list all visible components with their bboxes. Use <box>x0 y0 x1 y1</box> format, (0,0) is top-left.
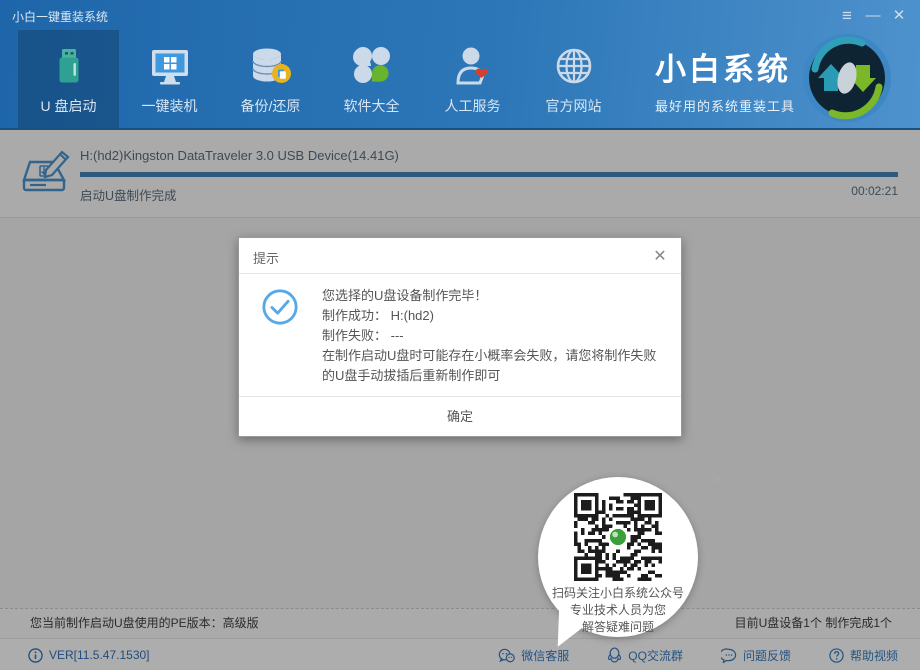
dialog-line: 在制作启动U盘时可能存在小概率会失败，请您将制作失败的U盘手动拔插后重新制作即可 <box>322 346 663 386</box>
qr-caption-line: 专业技术人员为您 <box>526 602 710 619</box>
brand-subtitle: 最好用的系统重装工具 <box>655 96 795 115</box>
nav-item-usb-boot[interactable]: U 盘启动 <box>18 30 119 128</box>
nav-item-support[interactable]: 人工服务 <box>422 30 523 128</box>
brand-logo-icon <box>800 31 894 125</box>
window-title: 小白一键重装系统 <box>12 8 108 25</box>
qr-caption-line: 扫码关注小白系统公众号 <box>526 585 710 602</box>
qr-caption-line: 解答疑难问题 <box>526 619 710 636</box>
qr-code <box>574 493 662 581</box>
nav-item-software[interactable]: 软件大全 <box>321 30 422 128</box>
nav-item-one-key-install[interactable]: 一键装机 <box>119 30 220 128</box>
confirm-button[interactable]: 确定 <box>417 397 503 436</box>
usb-drive-icon <box>46 43 92 89</box>
close-icon[interactable]: ✕ <box>886 6 912 26</box>
brand-title: 小白系统 <box>655 44 795 89</box>
qr-caption: 扫码关注小白系统公众号 专业技术人员为您 解答疑难问题 <box>526 585 710 636</box>
nav-label: 备份/还原 <box>241 96 301 116</box>
dialog-title: 提示 <box>253 248 279 267</box>
success-check-icon <box>261 288 299 326</box>
nav-label: 人工服务 <box>445 96 501 116</box>
support-person-icon <box>450 43 496 89</box>
monitor-install-icon <box>147 43 193 89</box>
nav-label: 一键装机 <box>142 96 198 116</box>
titlebar[interactable]: 小白一键重装系统 ≡ — ✕ <box>0 0 920 30</box>
minimize-icon[interactable]: — <box>860 6 886 26</box>
dialog-close-icon[interactable]: ✕ <box>651 246 669 266</box>
nav-label: U 盘启动 <box>41 96 97 116</box>
dialog-line: 制作失败： --- <box>322 326 663 346</box>
nav-label: 官方网站 <box>546 96 602 116</box>
dialog-body: 您选择的U盘设备制作完毕！ 制作成功： H:(hd2) 制作失败： --- 在制… <box>261 286 663 386</box>
nav-label: 软件大全 <box>344 96 400 116</box>
alert-dialog: 提示 ✕ 您选择的U盘设备制作完毕！ 制作成功： H:(hd2) 制作失败： -… <box>238 237 682 437</box>
dialog-line: 制作成功： H:(hd2) <box>322 306 663 326</box>
nav-item-backup-restore[interactable]: 备份/还原 <box>220 30 321 128</box>
menu-icon[interactable]: ≡ <box>834 6 860 26</box>
brand: 小白系统 最好用的系统重装工具 <box>655 44 795 115</box>
qr-popup: 扫码关注小白系统公众号 专业技术人员为您 解答疑难问题 <box>538 477 698 637</box>
software-collection-icon <box>349 43 395 89</box>
qr-close-icon[interactable]: ✕ <box>710 470 724 490</box>
dialog-line: 您选择的U盘设备制作完毕！ <box>322 286 663 306</box>
dialog-message: 您选择的U盘设备制作完毕！ 制作成功： H:(hd2) 制作失败： --- 在制… <box>322 286 663 386</box>
app-window: 小白一键重装系统 ≡ — ✕ U 盘启动 <box>0 0 920 670</box>
backup-restore-icon <box>248 43 294 89</box>
globe-icon <box>551 43 597 89</box>
dialog-footer: 确定 <box>239 396 681 436</box>
header: 小白一键重装系统 ≡ — ✕ U 盘启动 <box>0 0 920 130</box>
nav-item-official-site[interactable]: 官方网站 <box>523 30 624 128</box>
dialog-header: 提示 ✕ <box>239 238 681 274</box>
main-nav: U 盘启动 一键装机 <box>18 30 624 128</box>
